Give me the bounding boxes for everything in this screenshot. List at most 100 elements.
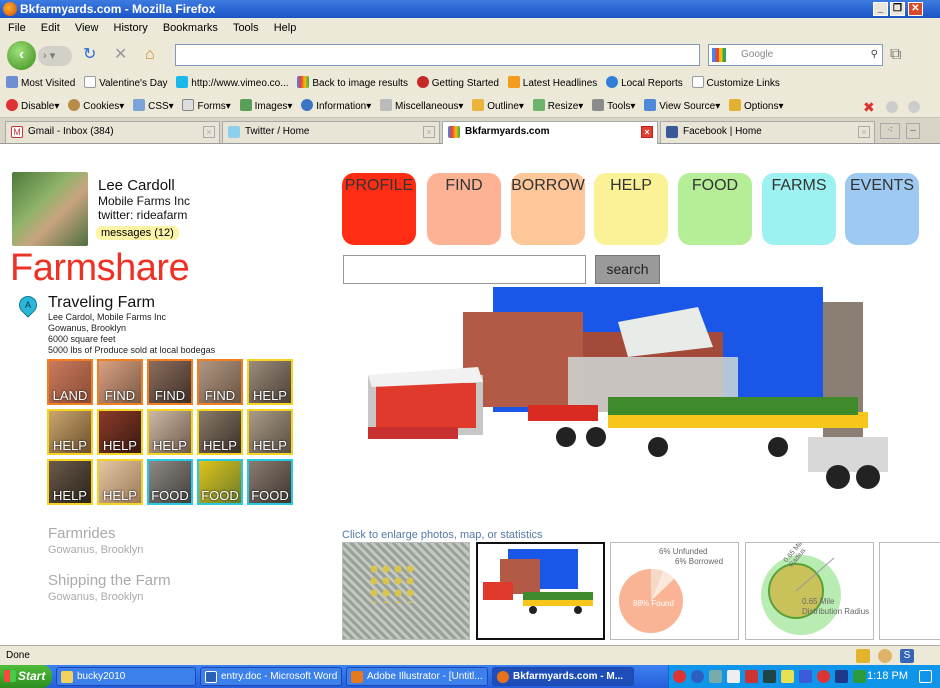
tray-icon[interactable] (745, 670, 758, 683)
menu-help[interactable]: Help (274, 22, 297, 34)
tray-icon[interactable] (799, 670, 812, 683)
grid-photo[interactable]: FOOD (247, 459, 293, 505)
bookmark-image-results[interactable]: Back to image results (297, 72, 408, 96)
browser-search-box[interactable]: Google ⚲ (708, 44, 883, 66)
wd-css[interactable]: CSS▾ (133, 96, 174, 117)
url-bar[interactable] (175, 44, 700, 66)
wd-disable[interactable]: Disable▾ (6, 96, 59, 117)
close-tab-icon[interactable]: × (858, 126, 870, 138)
tab-bkfarmyards[interactable]: Bkfarmyards.com × (442, 121, 658, 144)
close-button[interactable]: ✕ (908, 2, 923, 16)
s-icon[interactable]: S (900, 649, 914, 663)
bookmark-vimeo[interactable]: http://www.vimeo.co... (176, 72, 289, 96)
thumb-truck-photo[interactable] (476, 542, 605, 640)
tray-icon[interactable] (763, 670, 776, 683)
tray-icon[interactable] (781, 670, 794, 683)
thumb-funding-pie[interactable]: 6% Unfunded 6% Borrowed 88% Found (610, 542, 739, 640)
tray-icon[interactable] (691, 670, 704, 683)
restore-button[interactable]: ❐ (890, 2, 905, 16)
grid-photo[interactable]: FIND (97, 359, 143, 405)
avatar[interactable] (12, 172, 88, 246)
tab-gmail[interactable]: M Gmail - Inbox (384) × (5, 121, 220, 143)
wd-options[interactable]: Options▾ (729, 96, 783, 117)
grid-photo[interactable]: HELP (97, 409, 143, 455)
bookmark-valentines[interactable]: Valentine's Day (84, 72, 168, 96)
tab-groups-icon[interactable]: ⧉ (890, 46, 901, 64)
nav-farms[interactable]: FARMS (762, 173, 836, 245)
section-shipping[interactable]: Shipping the Farm (48, 572, 171, 589)
nav-help[interactable]: HELP (594, 173, 668, 245)
bookmark-most-visited[interactable]: Most Visited (6, 72, 75, 96)
farm-title[interactable]: Traveling Farm (48, 294, 155, 312)
site-logo[interactable]: Farmshare (10, 247, 190, 290)
tray-icon[interactable] (835, 670, 848, 683)
nav-profile[interactable]: PROFILE (342, 173, 416, 245)
wd-images[interactable]: Images▾ (239, 96, 292, 117)
grid-photo[interactable]: FIND (197, 359, 243, 405)
wd-tools[interactable]: Tools▾ (592, 96, 635, 117)
thumb-more[interactable] (879, 542, 940, 640)
back-button[interactable]: ‹ (7, 41, 36, 70)
messages-link[interactable]: messages (12) (96, 226, 179, 240)
tray-icon[interactable] (817, 670, 830, 683)
grid-photo[interactable]: HELP (97, 459, 143, 505)
close-tab-icon[interactable]: × (641, 126, 653, 138)
grid-photo[interactable]: FIND (147, 359, 193, 405)
nav-find[interactable]: FIND (427, 173, 501, 245)
wd-misc[interactable]: Miscellaneous▾ (380, 96, 463, 117)
clock[interactable]: 1:18 PM (867, 665, 908, 688)
tray-icon[interactable] (853, 670, 866, 683)
featured-farm-photo[interactable] (368, 287, 895, 500)
nav-borrow[interactable]: BORROW (511, 173, 585, 245)
bookmark-getting-started[interactable]: Getting Started (416, 72, 499, 96)
section-farmrides[interactable]: Farmrides (48, 525, 116, 542)
new-tab-icon[interactable]: ‒ (906, 123, 920, 139)
menu-edit[interactable]: Edit (41, 22, 60, 34)
tray-icon[interactable] (727, 670, 740, 683)
wd-forms[interactable]: Forms▾ (182, 96, 231, 117)
close-tab-icon[interactable]: × (423, 126, 435, 138)
search-button[interactable]: search (595, 255, 660, 284)
minimize-button[interactable]: _ (873, 2, 888, 16)
wd-information[interactable]: Information▾ (301, 96, 371, 117)
bookmark-local-reports[interactable]: Local Reports (606, 72, 683, 96)
grid-photo[interactable]: HELP (147, 409, 193, 455)
bookmark-latest-headlines[interactable]: Latest Headlines (507, 72, 597, 96)
grid-photo[interactable]: HELP (47, 409, 93, 455)
forward-button[interactable]: › ▾ (38, 46, 72, 66)
menu-file[interactable]: File (8, 22, 26, 34)
menu-bookmarks[interactable]: Bookmarks (163, 22, 218, 34)
show-desktop-icon[interactable] (919, 670, 932, 683)
profile-name[interactable]: Lee Cardoll (98, 177, 175, 194)
wd-outline[interactable]: Outline▾ (472, 96, 524, 117)
profile-twitter[interactable]: twitter: rideafarm (98, 208, 187, 222)
grid-photo[interactable]: HELP (247, 359, 293, 405)
wd-resize[interactable]: Resize▾ (532, 96, 583, 117)
close-tab-icon[interactable]: × (203, 126, 215, 138)
task-firefox[interactable]: Bkfarmyards.com - M... (492, 667, 634, 686)
grid-photo[interactable]: HELP (47, 459, 93, 505)
thumb-radius-diagram[interactable]: 0.65 Mile Source Radius 0.65 Mile Distri… (745, 542, 874, 640)
grid-photo[interactable]: LAND (47, 359, 93, 405)
magnifier-icon[interactable]: ⚲ (871, 45, 878, 65)
search-input[interactable] (343, 255, 586, 284)
start-button[interactable]: Start (0, 665, 52, 688)
tab-list-icon[interactable]: ⁖ (880, 123, 900, 139)
menu-view[interactable]: View (75, 22, 99, 34)
reload-icon[interactable]: ↻ (83, 46, 96, 64)
wd-view-source[interactable]: View Source▾ (644, 96, 720, 117)
nav-events[interactable]: EVENTS (845, 173, 919, 245)
task-illustrator[interactable]: Adobe Illustrator - [Untitl... (346, 667, 488, 686)
home-icon[interactable]: ⌂ (145, 46, 155, 64)
wd-cookies[interactable]: Cookies▾ (68, 96, 124, 117)
task-bucky2010[interactable]: bucky2010 (56, 667, 196, 686)
tab-twitter[interactable]: Twitter / Home × (222, 121, 440, 143)
grid-photo[interactable]: FOOD (147, 459, 193, 505)
tray-icon[interactable] (709, 670, 722, 683)
grid-photo[interactable]: FOOD (197, 459, 243, 505)
grid-photo[interactable]: HELP (197, 409, 243, 455)
tray-icon[interactable] (673, 670, 686, 683)
grid-photo[interactable]: HELP (247, 409, 293, 455)
menu-history[interactable]: History (114, 22, 148, 34)
error-x-icon[interactable]: ✖ (863, 96, 875, 117)
